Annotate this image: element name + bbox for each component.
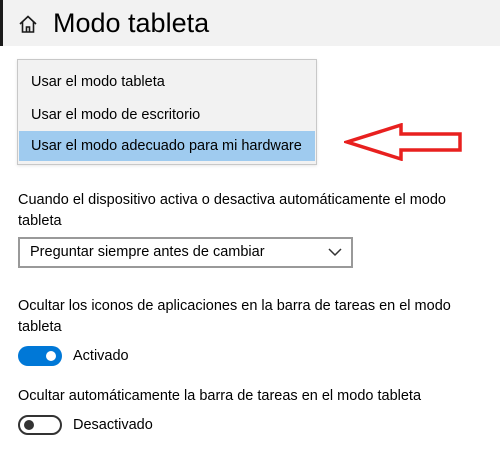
hide-taskbar-toggle[interactable] (18, 415, 62, 435)
hide-icons-toggle[interactable] (18, 346, 62, 366)
page-header: Modo tableta (0, 0, 500, 46)
chevron-down-icon (328, 248, 342, 257)
auto-switch-value: Preguntar siempre antes de cambiar (30, 244, 265, 260)
auto-switch-select[interactable]: Preguntar siempre antes de cambiar (18, 237, 353, 268)
auto-switch-label: Cuando el dispositivo activa o desactiva… (18, 192, 446, 229)
toggle-knob (46, 351, 56, 361)
red-arrow-icon (344, 123, 462, 161)
hide-taskbar-label: Ocultar automáticamente la barra de tare… (18, 388, 422, 404)
hide-icons-state: Activado (73, 348, 129, 364)
hide-icons-label: Ocultar los iconos de aplicaciones en la… (18, 298, 451, 335)
option-desktop-mode[interactable]: Usar el modo de escritorio (19, 100, 315, 130)
home-icon[interactable] (17, 13, 39, 35)
page-title: Modo tableta (53, 8, 210, 38)
option-tablet-mode[interactable]: Usar el modo tableta (19, 67, 315, 97)
signin-mode-dropdown[interactable]: Usar el modo tableta Usar el modo de esc… (17, 59, 317, 165)
option-hardware-mode[interactable]: Usar el modo adecuado para mi hardware (19, 131, 315, 161)
hide-taskbar-state: Desactivado (73, 417, 153, 433)
toggle-knob (24, 420, 34, 430)
